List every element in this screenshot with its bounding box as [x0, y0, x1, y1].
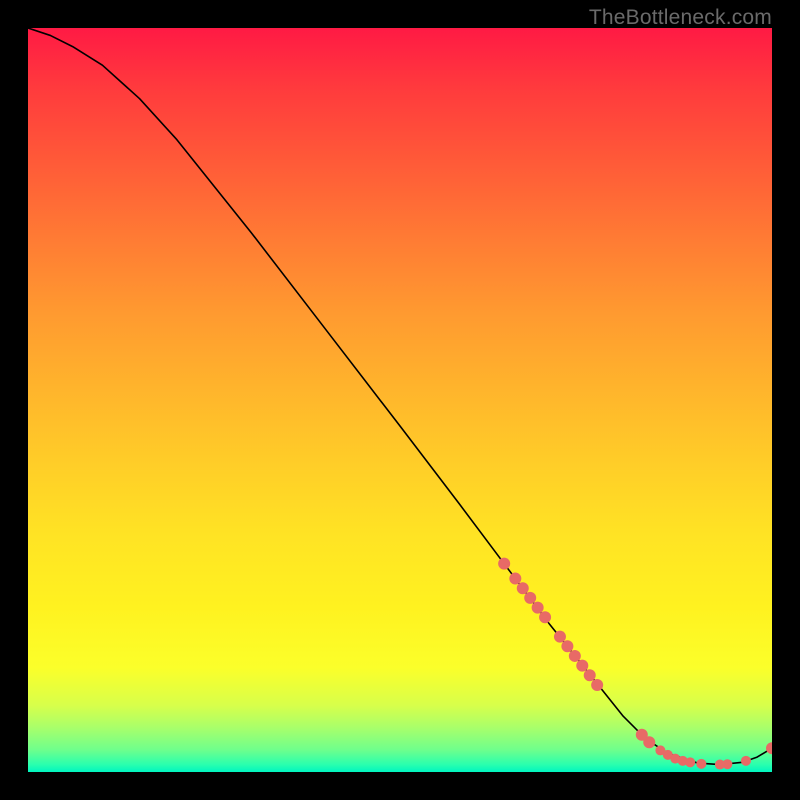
- marker-dot: [643, 736, 655, 748]
- marker-dot: [584, 669, 596, 681]
- main-curve: [28, 28, 772, 765]
- marker-dot: [532, 602, 544, 614]
- marker-dot: [539, 611, 551, 623]
- chart-overlay: [28, 28, 772, 772]
- marker-dot: [685, 757, 695, 767]
- marker-dot: [766, 742, 772, 754]
- marker-dot: [498, 558, 510, 570]
- marker-dot: [517, 582, 529, 594]
- marker-dot: [591, 679, 603, 691]
- marker-dot: [576, 660, 588, 672]
- marker-dot: [561, 640, 573, 652]
- marker-dot: [524, 592, 536, 604]
- marker-dot: [569, 650, 581, 662]
- watermark-label: TheBottleneck.com: [589, 6, 772, 30]
- marker-dot: [696, 759, 706, 769]
- marker-dot: [509, 573, 521, 585]
- chart-frame: TheBottleneck.com: [0, 0, 800, 800]
- marker-group: [498, 558, 772, 770]
- marker-dot: [741, 756, 751, 766]
- marker-dot: [554, 631, 566, 643]
- marker-dot: [722, 759, 732, 769]
